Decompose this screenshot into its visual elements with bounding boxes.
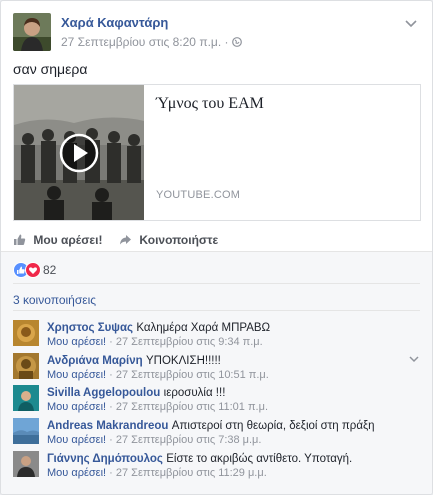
like-button[interactable]: Μου αρέσει! (13, 233, 102, 247)
post-footer: 82 3 κοινοποιήσεις Χρηστος Συψας Καλημέρ… (1, 251, 432, 494)
reactions-count[interactable]: 82 (43, 263, 56, 277)
comment-timestamp[interactable]: 27 Σεπτεμβρίου στις 7:38 μ.μ. (116, 434, 262, 446)
comment-author[interactable]: Sivilla Aggelopoulou (47, 387, 160, 399)
post-meta: 27 Σεπτεμβρίου στις 8:20 π.μ. · (61, 35, 242, 49)
comment-timestamp[interactable]: 27 Σεπτεμβρίου στις 11:29 μ.μ. (116, 467, 267, 479)
comment-author[interactable]: Ανδριάνα Μαρίνη (47, 355, 143, 367)
comment-separator: · (109, 434, 113, 446)
share-button[interactable]: Κοινοποιήστε (119, 233, 218, 247)
comment: Ανδριάνα Μαρίνη ΥΠΟΚΛΙΣΗ!!!!! Μου αρέσει… (13, 351, 420, 383)
comment-separator: · (109, 401, 113, 413)
like-button-label: Μου αρέσει! (33, 233, 103, 247)
comment-like-link[interactable]: Μου αρέσει! (47, 401, 106, 413)
comment-author[interactable]: Χρηστος Συψας (47, 322, 133, 334)
author-avatar[interactable] (13, 13, 51, 51)
comment-like-link[interactable]: Μου αρέσει! (47, 336, 106, 348)
post-actions: Μου αρέσει! Κοινοποιήστε (13, 231, 420, 251)
post-card: Χαρά Καφαντάρη 27 Σεπτεμβρίου στις 8:20 … (0, 0, 433, 495)
meta-separator: · (224, 35, 229, 49)
play-icon[interactable] (59, 133, 99, 173)
thumbs-up-icon (13, 233, 33, 247)
comment: Sivilla Aggelopoulou ιεροσυλία !!! Μου α… (13, 383, 420, 415)
post-timestamp[interactable]: 27 Σεπτεμβρίου στις 8:20 π.μ. (61, 35, 221, 49)
comment-author[interactable]: Andreas Makrandreou (47, 420, 168, 432)
comment-separator: · (109, 336, 113, 348)
post-text: σαν σημερα (13, 61, 88, 77)
share-arrow-icon (119, 233, 139, 247)
comment: Γιάννης Δημόπουλος Είστε το ακριβώς αντί… (13, 449, 420, 481)
comment-like-link[interactable]: Μου αρέσει! (47, 467, 106, 479)
comment-avatar[interactable] (13, 451, 39, 477)
comment-text: ιεροσυλία !!! (163, 387, 226, 399)
comment-timestamp[interactable]: 27 Σεπτεμβρίου στις 10:51 π.μ. (116, 369, 269, 381)
post-header: Χαρά Καφαντάρη 27 Σεπτεμβρίου στις 8:20 … (13, 13, 420, 53)
globe-icon (231, 35, 242, 49)
comment-avatar[interactable] (13, 385, 39, 411)
comment-text: Απιστεροί στη θεωρία, δεξιοί στη πράξη (171, 420, 375, 432)
comment-timestamp[interactable]: 27 Σεπτεμβρίου στις 9:34 π.μ. (116, 336, 263, 348)
comment-avatar[interactable] (13, 353, 39, 379)
comment-options-chevron-icon[interactable] (408, 353, 420, 365)
comment-like-link[interactable]: Μου αρέσει! (47, 434, 106, 446)
comment-text: ΥΠΟΚΛΙΣΗ!!!!! (146, 355, 221, 367)
video-thumbnail[interactable] (14, 85, 144, 220)
comment-like-link[interactable]: Μου αρέσει! (47, 369, 106, 381)
comment-timestamp[interactable]: 27 Σεπτεμβρίου στις 11:01 π.μ. (116, 401, 268, 413)
comment-text: Είστε το ακριβώς αντίθετο. Υποταγή. (166, 453, 353, 465)
comment-separator: · (109, 369, 113, 381)
divider (13, 283, 420, 284)
comment-text: Καλημέρα Χαρά ΜΠΡΑΒΩ (136, 322, 271, 334)
link-domain: YOUTUBE.COM (156, 189, 241, 201)
comment: Andreas Makrandreou Απιστεροί στη θεωρία… (13, 416, 420, 448)
comment-separator: · (109, 467, 113, 479)
post-options-chevron-icon[interactable] (404, 17, 418, 31)
shares-count[interactable]: 3 κοινοποιήσεις (13, 293, 96, 307)
comment-avatar[interactable] (13, 418, 39, 444)
love-reaction-icon (25, 262, 41, 278)
share-button-label: Κοινοποιήστε (139, 233, 219, 247)
comment-author[interactable]: Γιάννης Δημόπουλος (47, 453, 163, 465)
link-title[interactable]: Ύμνος του ΕΑΜ (156, 95, 264, 113)
comment-avatar[interactable] (13, 320, 39, 346)
comment: Χρηστος Συψας Καλημέρα Χαρά ΜΠΡΑΒΩ Μου α… (13, 318, 420, 350)
post-author[interactable]: Χαρά Καφαντάρη (61, 15, 168, 30)
divider (13, 310, 420, 311)
link-preview[interactable]: Ύμνος του ΕΑΜ YOUTUBE.COM (13, 84, 421, 221)
